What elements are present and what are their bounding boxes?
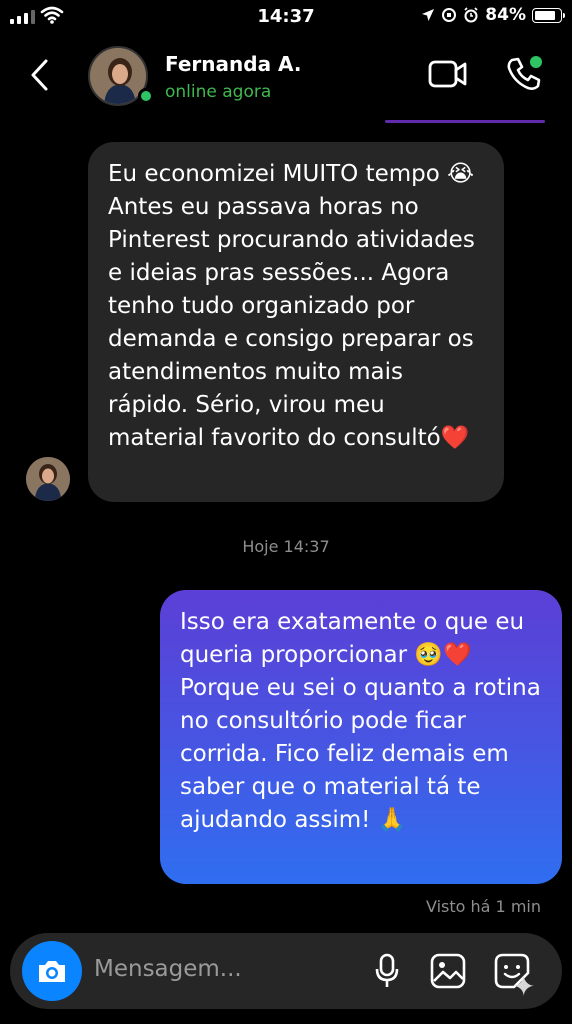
battery-icon [532,7,565,23]
location-icon [422,9,435,21]
seen-receipt: Visto há 1 min [426,897,541,916]
previous-message-edge [385,120,545,123]
sender-avatar[interactable] [26,457,70,501]
outgoing-message-bubble[interactable]: Isso era exatamente o que eu queria prop… [160,590,562,884]
contact-status: online agora [165,82,272,102]
back-chevron-icon[interactable] [30,58,50,92]
incoming-message-bubble[interactable]: Eu economizei MUITO tempo 😭 Antes eu pas… [88,142,504,502]
video-camera-icon[interactable] [428,58,468,90]
contact-name[interactable]: Fernanda A. [165,52,301,76]
microphone-icon[interactable] [374,953,400,989]
sparkle-icon: ✦ [512,970,536,1003]
image-icon[interactable] [430,953,466,989]
message-timestamp: Hoje 14:37 [242,537,330,556]
message-input[interactable]: Mensagem... [94,956,242,982]
rotation-lock-icon [442,8,457,22]
status-bar: 14:37 84% [0,0,572,34]
message-composer: Mensagem... [10,933,562,1009]
battery-percent: 84% [485,5,526,25]
call-active-dot [530,56,542,68]
camera-button[interactable] [22,941,82,1001]
alarm-icon [464,7,478,23]
chat-header: Fernanda A. online agora [0,36,572,116]
online-indicator [138,88,154,104]
camera-icon [39,961,65,982]
